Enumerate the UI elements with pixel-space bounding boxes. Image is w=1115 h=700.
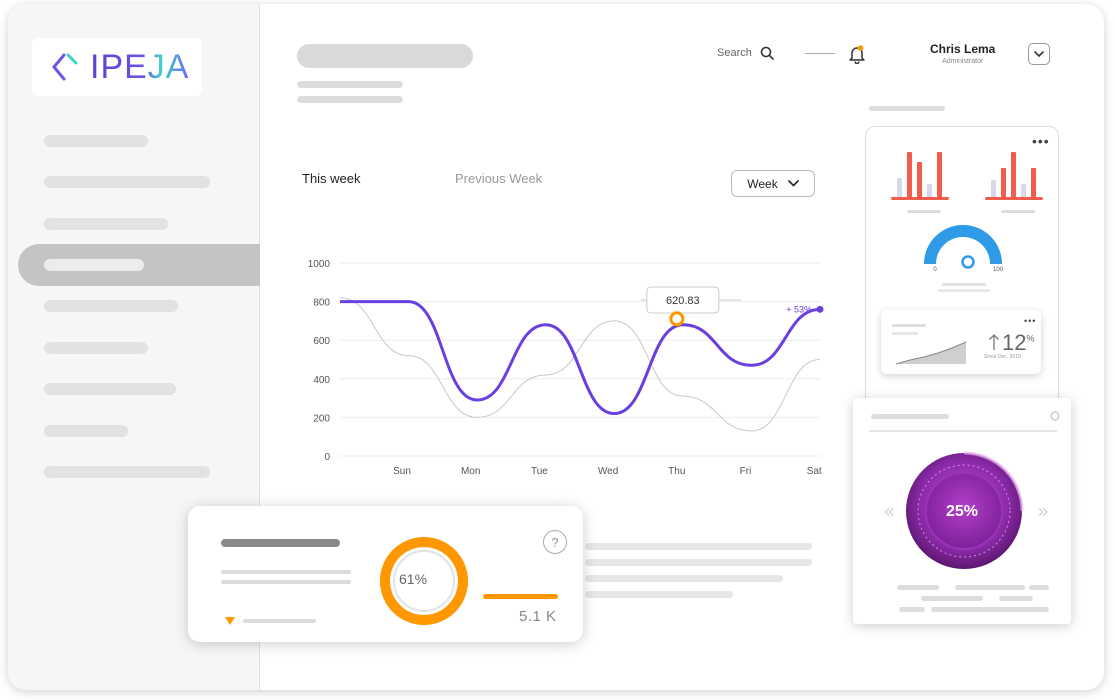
page-title-placeholder — [297, 44, 473, 68]
search-box[interactable]: Search — [717, 46, 774, 60]
summary-line-placeholder — [221, 570, 351, 574]
user-menu-button[interactable] — [1028, 43, 1050, 65]
tab-this-week[interactable]: This week — [302, 171, 361, 186]
mini-bar-label-placeholder — [1001, 210, 1035, 213]
x-tick-label: Sat — [807, 466, 822, 477]
mini-bar — [1021, 184, 1026, 198]
mini-bar-label-placeholder — [907, 210, 941, 213]
bell-icon — [849, 45, 865, 65]
mini-bar — [927, 184, 932, 198]
user-name: Chris Lema — [930, 42, 996, 56]
y-tick-label: 200 — [313, 413, 330, 424]
series-line-this-week — [339, 300, 821, 416]
x-tick-label: Fri — [740, 466, 752, 477]
mini-bar-baseline — [891, 197, 949, 200]
mini-bar — [1031, 168, 1036, 198]
summary-value: 5.1 K — [519, 608, 557, 625]
more-icon[interactable]: ••• — [1032, 134, 1050, 148]
search-label: Search — [717, 47, 752, 59]
y-tick-label: 1000 — [308, 259, 331, 270]
chevron-right-icon[interactable]: » — [1037, 499, 1049, 523]
x-tick-label: Mon — [461, 466, 480, 477]
growth-value: 12% — [1002, 330, 1035, 356]
knob-value: 25% — [946, 503, 979, 520]
mini-bar — [897, 178, 902, 198]
tooltip-value: 620.83 — [666, 295, 700, 307]
change-label: + 53% — [786, 304, 812, 314]
weekly-line-chart: 1000 800 600 400 200 0 Sun Mon Tue Wed Thu Fri Sat 62… — [308, 259, 824, 477]
x-tick-label: Tue — [531, 466, 548, 477]
y-tick-label: 400 — [313, 375, 330, 386]
y-tick-label: 0 — [324, 452, 330, 463]
content-line-placeholder — [585, 591, 733, 598]
mini-bar — [907, 152, 912, 198]
brand-name: IPEJA — [90, 47, 190, 86]
y-tick-label: 800 — [313, 298, 330, 309]
sidebar-item[interactable] — [44, 135, 148, 147]
area-sparkline — [892, 324, 967, 365]
arrow-up-icon — [989, 334, 999, 350]
mini-bar-charts — [891, 152, 1043, 213]
content-line-placeholder — [585, 543, 812, 550]
header-divider — [805, 53, 835, 54]
page-subtitle-placeholder — [297, 96, 403, 103]
help-icon[interactable]: ? — [543, 530, 567, 554]
sidebar-item[interactable] — [44, 425, 128, 437]
user-role: Administrator — [942, 58, 984, 65]
sidebar-item[interactable] — [44, 218, 168, 230]
sidebar-item[interactable] — [44, 300, 178, 312]
summary-line-placeholder — [243, 619, 316, 623]
x-tick-label: Thu — [668, 466, 685, 477]
x-tick-label: Sun — [393, 466, 411, 477]
sidebar-item[interactable] — [44, 383, 176, 395]
y-tick-label: 600 — [313, 336, 330, 347]
highlight-point[interactable] — [669, 311, 685, 327]
period-select-value: Week — [747, 176, 778, 191]
sidebar-item[interactable] — [44, 466, 210, 478]
summary-title-placeholder — [221, 539, 340, 547]
chevron-down-icon — [1034, 51, 1044, 57]
content-line-placeholder — [585, 559, 812, 566]
mini-bar — [1001, 168, 1006, 198]
progress-bar — [483, 594, 558, 599]
mini-bar — [917, 162, 922, 198]
growth-number: 12 — [1002, 330, 1027, 355]
mini-bar — [991, 180, 996, 198]
mini-bar — [1011, 152, 1016, 198]
sidebar-item-active[interactable] — [18, 244, 260, 286]
mini-bar-baseline — [985, 197, 1043, 200]
growth-since: Since Dec. 2010 — [984, 354, 1021, 360]
series-end-point — [816, 305, 824, 313]
brand-logo[interactable]: IPEJA — [32, 38, 202, 96]
content-line-placeholder — [585, 575, 783, 582]
chevron-left-icon[interactable]: « — [883, 499, 895, 523]
tab-previous-week[interactable]: Previous Week — [455, 171, 542, 186]
mini-bar — [937, 152, 942, 198]
logo-icon — [52, 53, 78, 81]
summary-line-placeholder — [221, 580, 351, 584]
period-select[interactable]: Week — [731, 170, 815, 197]
page-subtitle-placeholder — [297, 81, 403, 88]
sidebar-item[interactable] — [44, 176, 210, 188]
search-icon — [760, 46, 774, 60]
gauge-max: 100 — [993, 267, 1004, 273]
gauge-min: 0 — [933, 267, 937, 273]
user-profile[interactable]: Chris Lema Administrator — [930, 42, 995, 65]
sidebar-item[interactable] — [44, 342, 148, 354]
growth-unit: % — [1026, 333, 1035, 344]
sidebar-item-label-placeholder — [44, 259, 144, 271]
chevron-down-icon — [787, 180, 799, 187]
more-icon[interactable]: ••• — [1024, 316, 1036, 326]
notification-bell[interactable] — [848, 44, 866, 69]
x-tick-label: Wed — [598, 466, 618, 477]
triangle-down-icon — [225, 617, 235, 625]
donut-percent: 61% — [399, 571, 428, 587]
speed-gauge: 0 100 — [924, 225, 1004, 292]
panel-title-placeholder — [869, 106, 945, 111]
